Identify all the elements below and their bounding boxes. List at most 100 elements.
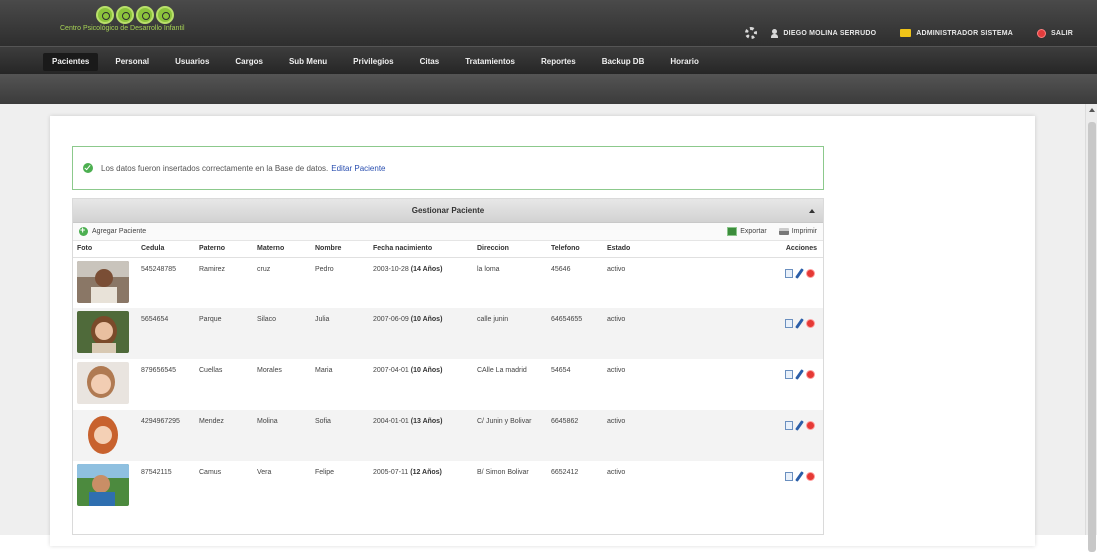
scroll-thumb[interactable] <box>1088 122 1096 552</box>
table-row: 5654654 Parque Silaco Julia 2007-06-09 (… <box>73 308 823 359</box>
actions-cell <box>659 359 823 410</box>
view-icon[interactable] <box>785 472 794 481</box>
materno-cell: Morales <box>257 367 282 374</box>
logo[interactable]: Centro Psicológico de Desarrollo Infanti… <box>60 6 185 32</box>
col-telefono[interactable]: Telefono <box>547 241 603 258</box>
nombre-cell: Felipe <box>315 469 335 476</box>
printer-icon <box>778 228 789 235</box>
export-button[interactable]: Exportar <box>727 227 767 236</box>
col-acciones: Acciones <box>659 241 823 258</box>
patients-grid: Gestionar Paciente Agregar Paciente Expo… <box>72 198 824 535</box>
nav-item-cargos[interactable]: Cargos <box>226 53 272 71</box>
paterno-cell: Ramirez <box>199 265 226 273</box>
view-icon[interactable] <box>785 370 794 379</box>
nav-item-pacientes[interactable]: Pacientes <box>43 53 99 71</box>
patient-photo <box>77 464 129 506</box>
main-nav: Pacientes Personal Usuarios Cargos Sub M… <box>0 46 1097 74</box>
notice-message: Los datos fueron insertados correctament… <box>101 163 329 173</box>
nav-item-reportes[interactable]: Reportes <box>532 53 585 71</box>
delete-icon[interactable] <box>806 421 815 430</box>
col-foto[interactable]: Foto <box>73 241 137 258</box>
estado-cell: activo <box>607 469 626 476</box>
edit-pencil-icon[interactable] <box>795 420 804 431</box>
estado-cell: activo <box>607 367 626 374</box>
logo-circle-icon <box>96 6 114 24</box>
view-icon[interactable] <box>785 268 794 278</box>
print-label: Imprimir <box>791 228 817 235</box>
fecha-cell: 2007-04-01 (10 Años) <box>369 359 473 410</box>
nav-item-tratamientos[interactable]: Tratamientos <box>456 53 524 71</box>
nav-item-sub-menu[interactable]: Sub Menu <box>280 53 336 71</box>
logo-circle-icon <box>116 6 134 24</box>
patient-photo <box>77 311 129 353</box>
telefono-cell: 6652412 <box>551 469 579 476</box>
nav-item-usuarios[interactable]: Usuarios <box>166 53 218 71</box>
fecha-cell: 2007-06-09 (10 Años) <box>369 308 473 359</box>
edit-pencil-icon[interactable] <box>795 369 804 380</box>
paterno-cell: Camus <box>199 469 222 476</box>
edit-patient-link[interactable]: Editar Paciente <box>331 164 385 173</box>
telefono-cell: 54654 <box>551 367 571 374</box>
photo-cell <box>73 308 137 359</box>
nav-item-privilegios[interactable]: Privilegios <box>344 53 402 71</box>
grid-title-bar: Gestionar Paciente <box>73 199 823 223</box>
col-paterno[interactable]: Paterno <box>195 241 253 258</box>
user-icon <box>771 28 779 38</box>
success-notice: Los datos fueron insertados correctament… <box>72 146 824 190</box>
view-icon[interactable] <box>785 319 794 328</box>
direccion-cell: CAlle La madrid <box>477 367 527 374</box>
materno-cell: cruz <box>257 265 271 273</box>
settings-gear-icon[interactable] <box>745 27 758 39</box>
telefono-cell: 64654655 <box>547 308 603 359</box>
col-cedula[interactable]: Cedula <box>137 241 195 258</box>
edit-pencil-icon[interactable] <box>795 318 804 329</box>
folder-icon <box>900 29 912 37</box>
table-header-row: Foto Cedula Paterno Materno Nombre Fecha… <box>73 241 823 258</box>
delete-icon[interactable] <box>806 319 815 328</box>
scroll-up-arrow-icon[interactable] <box>1089 108 1095 112</box>
fecha-cell: 2005-07-11 (12 Años) <box>369 461 473 512</box>
col-materno[interactable]: Materno <box>253 241 311 258</box>
user-role: ADMINISTRADOR SISTEMA <box>916 29 1013 37</box>
col-estado[interactable]: Estado <box>603 241 659 258</box>
logout-button[interactable]: SALIR <box>1037 28 1073 38</box>
nombre-cell: Pedro <box>315 265 334 273</box>
materno-cell: Vera <box>257 469 272 476</box>
col-direccion[interactable]: Direccion <box>473 241 547 258</box>
delete-icon[interactable] <box>806 370 815 379</box>
user-name-link[interactable]: DIEGO MOLINA SERRUDO <box>771 28 876 38</box>
user-role-link[interactable]: ADMINISTRADOR SISTEMA <box>900 29 1013 37</box>
photo-cell <box>73 410 137 461</box>
nombre-cell: Maria <box>315 367 333 374</box>
delete-icon[interactable] <box>806 472 815 481</box>
nav-item-personal[interactable]: Personal <box>106 53 158 71</box>
page-scrollbar[interactable] <box>1085 104 1097 552</box>
paterno-cell: Parque <box>195 308 253 359</box>
view-icon[interactable] <box>785 421 794 430</box>
nav-list: Pacientes Personal Usuarios Cargos Sub M… <box>43 53 716 71</box>
telefono-cell: 6645862 <box>547 410 603 461</box>
add-icon <box>79 225 88 236</box>
edad-value: (13 Años) <box>410 418 443 425</box>
print-button[interactable]: Imprimir <box>778 228 817 235</box>
col-fecha-nacimiento[interactable]: Fecha nacimiento <box>369 241 473 258</box>
actions-cell <box>659 257 823 308</box>
patient-photo <box>77 362 129 404</box>
excel-icon <box>727 227 738 236</box>
delete-icon[interactable] <box>806 268 815 278</box>
col-nombre[interactable]: Nombre <box>311 241 369 258</box>
direccion-cell: la loma <box>477 265 500 273</box>
nav-item-horario[interactable]: Horario <box>661 53 707 71</box>
grid-title: Gestionar Paciente <box>411 206 485 215</box>
materno-cell: Molina <box>253 410 311 461</box>
add-patient-button[interactable]: Agregar Paciente <box>92 228 146 235</box>
edad-value: (10 Años) <box>410 316 443 323</box>
fecha-cell: 2003-10-28 (14 Años) <box>369 257 473 308</box>
check-circle-icon <box>83 163 93 173</box>
cedula-cell: 4294967295 <box>137 410 195 461</box>
nav-item-citas[interactable]: Citas <box>411 53 449 71</box>
nav-item-backup-db[interactable]: Backup DB <box>593 53 654 71</box>
edit-pencil-icon[interactable] <box>795 267 804 279</box>
collapse-arrow-icon[interactable] <box>809 209 815 213</box>
edit-pencil-icon[interactable] <box>795 471 804 482</box>
